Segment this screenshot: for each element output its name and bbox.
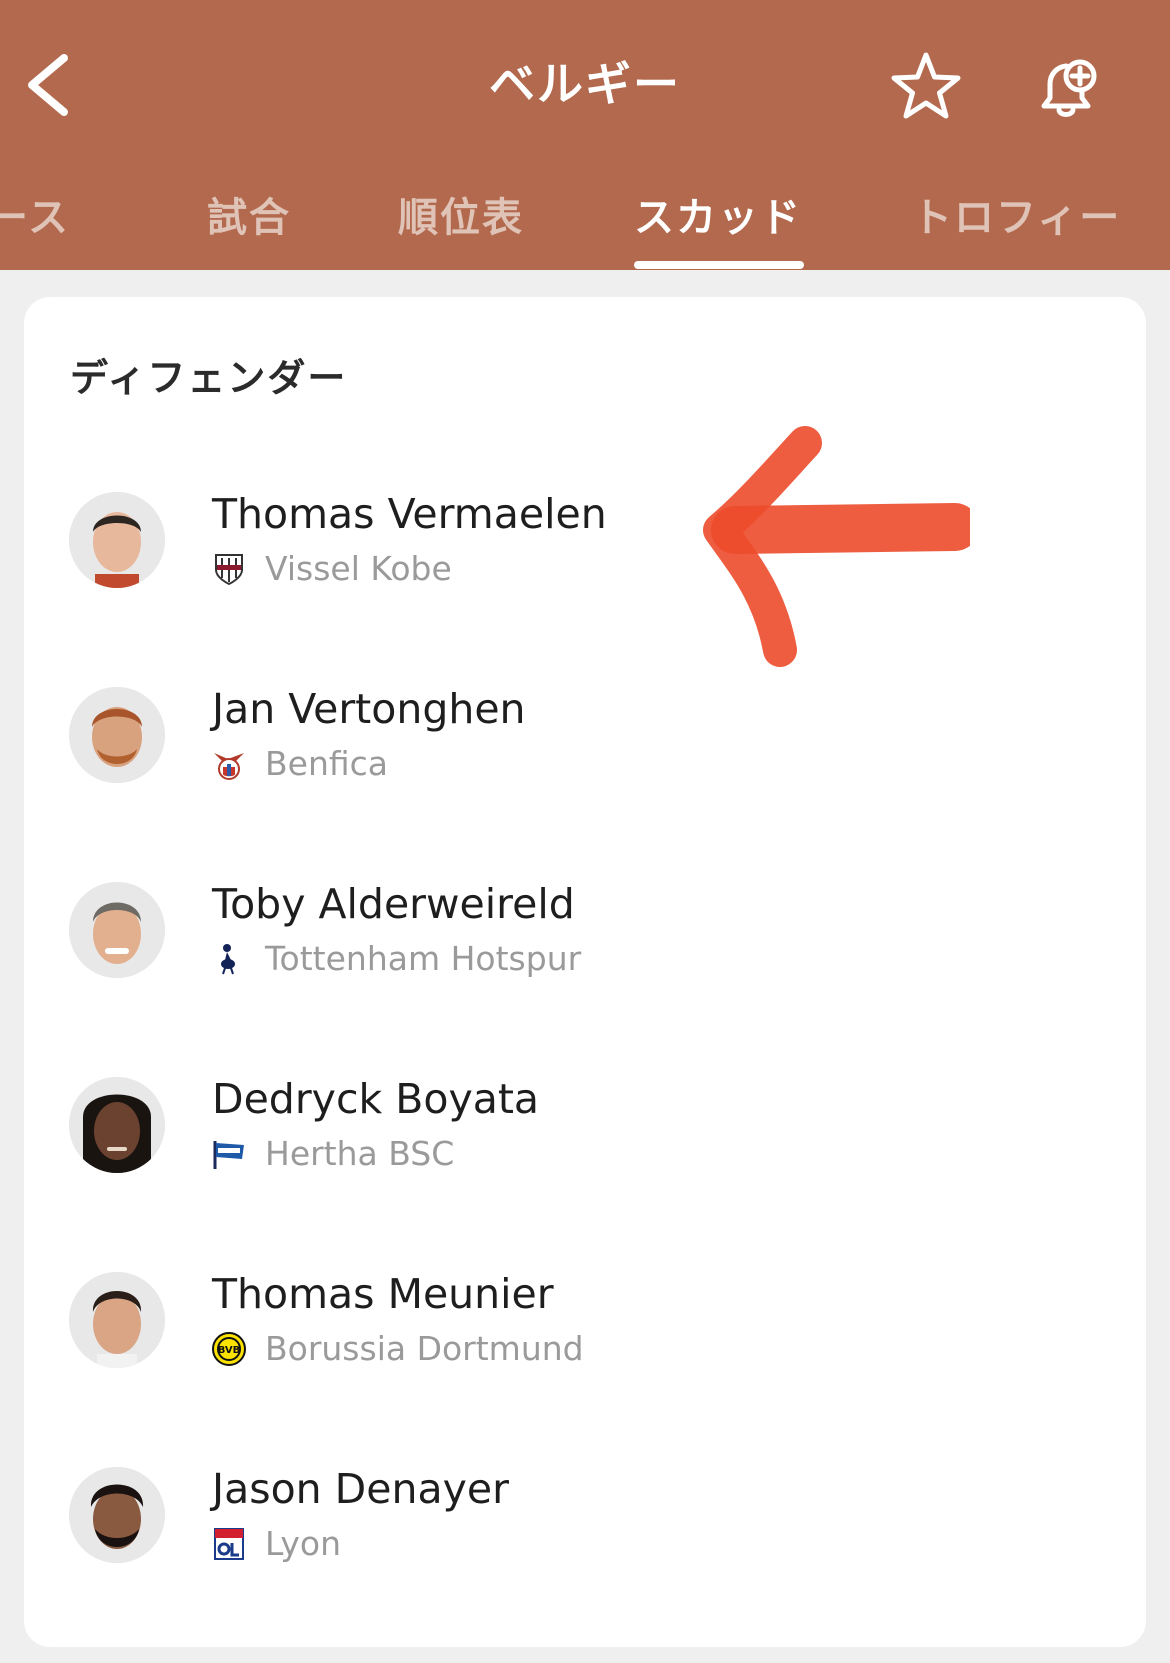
tab-matches[interactable]: 試合: [207, 185, 291, 243]
player-avatar: [69, 1077, 165, 1173]
player-avatar: [69, 492, 165, 588]
club-name: Lyon: [265, 1524, 341, 1563]
borussia-dortmund-logo-icon: BVB: [212, 1332, 246, 1366]
player-name: Thomas Vermaelen: [212, 490, 607, 538]
svg-text:BVB: BVB: [218, 1345, 241, 1356]
tottenham-logo-icon: [212, 942, 246, 976]
star-icon: [891, 52, 961, 119]
hand-drawn-arrow-annotation: [690, 425, 979, 705]
club-name: Benfica: [265, 744, 389, 783]
tab-squad[interactable]: スカッド: [634, 185, 802, 243]
section-title: ディフェンダー: [70, 356, 348, 400]
tab-trophies[interactable]: トロフィー: [912, 185, 1121, 243]
tab-news[interactable]: ース: [0, 185, 70, 243]
player-row[interactable]: Jason Denayer Lyon: [24, 1465, 1146, 1617]
bell-plus-icon: [1041, 59, 1097, 117]
player-name: Thomas Meunier: [212, 1270, 554, 1318]
player-row[interactable]: Thomas Meunier BVB Borussia Dortmund: [24, 1270, 1146, 1422]
vissel-kobe-logo-icon: [212, 552, 246, 586]
club-name: Borussia Dortmund: [265, 1329, 584, 1368]
notification-button[interactable]: [1030, 54, 1102, 126]
hertha-bsc-logo-icon: [212, 1137, 246, 1171]
player-row[interactable]: Jan Vertonghen Benfica: [24, 685, 1146, 837]
club-name: Vissel Kobe: [265, 549, 452, 588]
player-name: Dedryck Boyata: [212, 1075, 540, 1123]
player-row[interactable]: Dedryck Boyata Hertha BSC: [24, 1075, 1146, 1227]
tab-bar: ース 試合 順位表 スカッド トロフィー: [0, 175, 1170, 270]
player-avatar: [69, 1467, 165, 1563]
player-name: Toby Alderweireld: [212, 880, 575, 928]
app-header: ベルギー ース 試合 順位表 スカッド トロフィー: [0, 0, 1170, 270]
player-avatar: [69, 882, 165, 978]
player-row[interactable]: Toby Alderweireld Tottenham Hotspur: [24, 880, 1146, 1032]
player-avatar: [69, 1272, 165, 1368]
lyon-logo-icon: [212, 1527, 246, 1561]
player-name: Jason Denayer: [212, 1465, 509, 1513]
benfica-logo-icon: [212, 747, 246, 781]
squad-card: ディフェンダー Thomas Vermaelen Vissel Kobe Jan…: [24, 297, 1146, 1647]
favorite-button[interactable]: [890, 50, 962, 122]
club-name: Hertha BSC: [265, 1134, 455, 1173]
tab-standings[interactable]: 順位表: [398, 185, 524, 243]
player-name: Jan Vertonghen: [212, 685, 526, 733]
player-avatar: [69, 687, 165, 783]
active-tab-indicator: [634, 261, 804, 269]
page-title: ベルギー: [489, 57, 681, 111]
player-row[interactable]: Thomas Vermaelen Vissel Kobe: [24, 490, 1146, 642]
club-name: Tottenham Hotspur: [265, 939, 582, 978]
